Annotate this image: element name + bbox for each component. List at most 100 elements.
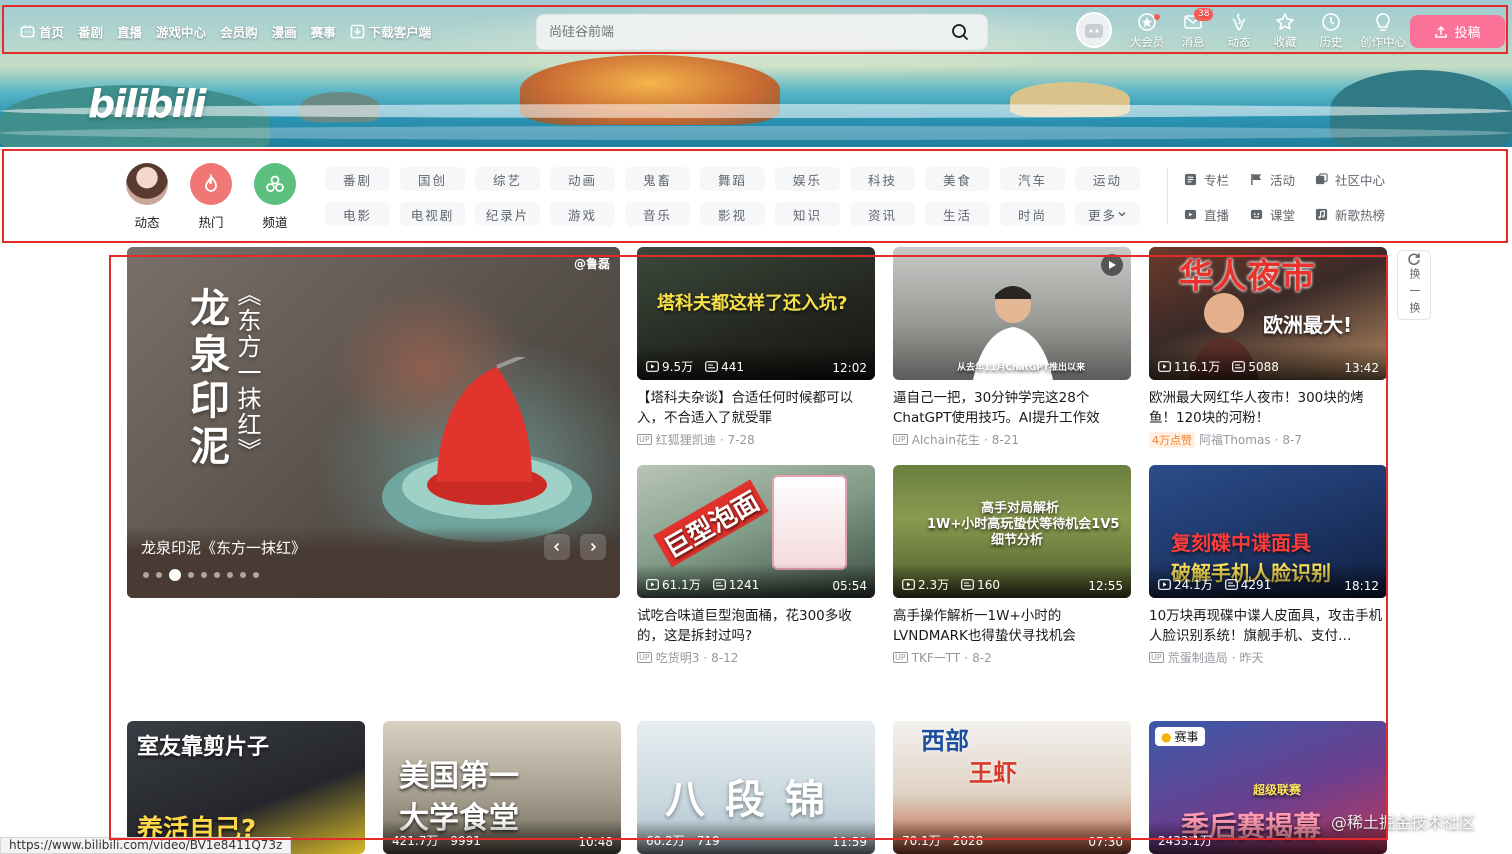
channel-item[interactable]: 音乐 (625, 202, 690, 226)
video-author[interactable]: 阿福Thomas (1199, 431, 1271, 448)
extra-activity[interactable]: 活动 (1250, 170, 1295, 189)
search-input[interactable] (549, 24, 945, 40)
channel-item[interactable]: 国创 (400, 167, 465, 191)
channel-item[interactable]: 生活 (925, 202, 990, 226)
video-thumbnail[interactable]: 华人夜市 欧洲最大! 116.1万 5088 13:42 (1149, 247, 1387, 380)
channel-item[interactable]: 汽车 (1000, 167, 1065, 191)
video-card[interactable]: ● 赛事 超级联赛 季后赛揭幕 2433.1万 (1149, 721, 1387, 854)
video-card[interactable]: 从去年11月ChatGPT推出以来 逼自己一把，30分钟学完这28个ChatGP… (893, 247, 1131, 448)
video-title[interactable]: 试吃合味道巨型泡面桶，花300多收的，这是拆封过吗? (637, 606, 875, 646)
extra-hot-songs[interactable]: 新歌热榜 (1315, 205, 1385, 224)
video-duration: 18:12 (1344, 579, 1379, 593)
video-card[interactable]: 西部 王虾 70.1万 2028 07:30 (893, 721, 1131, 854)
nav-link-esports[interactable]: 赛事 (311, 22, 336, 41)
video-author[interactable]: 吃货明3 (656, 649, 700, 666)
quick-dynamic[interactable]: 动态 (126, 163, 168, 231)
channel-item[interactable]: 科技 (850, 167, 915, 191)
extra-column[interactable]: 专栏 (1184, 170, 1229, 189)
nav-messages[interactable]: 38 消息 (1170, 8, 1216, 50)
upload-button[interactable]: 投稿 (1410, 15, 1505, 48)
video-card[interactable]: 八段锦 60.2万 719 11:59 (637, 721, 875, 854)
extra-live[interactable]: 直播 (1184, 205, 1229, 224)
video-title[interactable]: 高手操作解析一1W+小时的LVNDMARK也得蛰伏寻找机会 (893, 606, 1131, 646)
nav-dynamic[interactable]: 动态 (1216, 12, 1262, 50)
channel-item[interactable]: 纪录片 (475, 202, 540, 226)
channel-item[interactable]: 动画 (550, 167, 615, 191)
danmaku-icon (705, 361, 718, 372)
carousel-dot[interactable] (227, 572, 233, 578)
quick-hot[interactable]: 热门 (190, 163, 232, 231)
bilibili-logo[interactable]: bilibili (88, 82, 207, 126)
nav-vip[interactable]: 大会员 (1124, 12, 1170, 50)
carousel-dot[interactable] (156, 572, 162, 578)
video-thumbnail[interactable]: 高手对局解析 1W+小时高玩蛰伏等待机会1V5 细节分析 2.3万 160 12… (893, 465, 1131, 598)
carousel-dot[interactable] (214, 572, 220, 578)
video-thumbnail[interactable]: 八段锦 60.2万 719 11:59 (637, 721, 875, 854)
video-thumbnail[interactable]: 美国第一 大学食堂 421.7万 9991 10:48 (383, 721, 621, 854)
video-card[interactable]: 复刻碟中谍面具 破解手机人脸识别 24.1万 4291 18:12 10万块再现… (1149, 465, 1387, 666)
video-card[interactable]: 华人夜市 欧洲最大! 116.1万 5088 13:42 欧洲最大网红华人夜市！… (1149, 247, 1387, 448)
channel-item[interactable]: 时尚 (1000, 202, 1065, 226)
video-thumbnail[interactable]: 西部 王虾 70.1万 2028 07:30 (893, 721, 1131, 854)
channel-item[interactable]: 影视 (700, 202, 765, 226)
channel-item[interactable]: 综艺 (475, 167, 540, 191)
video-author[interactable]: 荒蛋制造局 (1168, 649, 1228, 666)
carousel-dot[interactable] (201, 572, 207, 578)
nav-link-home[interactable]: 首页 (20, 22, 64, 41)
video-card[interactable]: 高手对局解析 1W+小时高玩蛰伏等待机会1V5 细节分析 2.3万 160 12… (893, 465, 1131, 666)
search-button[interactable] (945, 17, 975, 47)
channel-item[interactable]: 舞蹈 (700, 167, 765, 191)
carousel-dot[interactable] (240, 572, 246, 578)
channel-item[interactable]: 电影 (325, 202, 390, 226)
quick-channels[interactable]: 频道 (254, 163, 296, 231)
video-author[interactable]: 红狐狸凯迪 (656, 431, 716, 448)
video-card[interactable]: 塔科夫都这样了还入坑? 9.5万 441 12:02 【塔科夫杂谈】合适任何时候… (637, 247, 875, 448)
channel-item[interactable]: 美食 (925, 167, 990, 191)
channel-item[interactable]: 番剧 (325, 167, 390, 191)
nav-link-live[interactable]: 直播 (117, 22, 142, 41)
carousel-caption[interactable]: 龙泉印泥《东方一抹红》 (141, 537, 306, 558)
video-title[interactable]: 【塔科夫杂谈】合适任何时候都可以入，不合适入了就受罪 (637, 388, 875, 428)
carousel-dot-active[interactable] (169, 569, 181, 581)
channel-item[interactable]: 娱乐 (775, 167, 840, 191)
carousel-dot[interactable] (143, 572, 149, 578)
video-card[interactable]: 室友靠剪片子 养活自己? (127, 721, 365, 854)
video-title[interactable]: 欧洲最大网红华人夜市！300块的烤鱼！120块的河粉！ (1149, 388, 1387, 428)
carousel-next-button[interactable] (580, 534, 606, 560)
channel-more-button[interactable]: 更多 (1075, 202, 1140, 226)
video-author[interactable]: AIchain花生 (912, 431, 980, 448)
video-thumbnail[interactable]: ● 赛事 超级联赛 季后赛揭幕 2433.1万 (1149, 721, 1387, 854)
channel-item[interactable]: 游戏 (550, 202, 615, 226)
video-card[interactable]: 美国第一 大学食堂 421.7万 9991 10:48 (383, 721, 621, 854)
nav-favorites[interactable]: 收藏 (1262, 12, 1308, 50)
video-thumbnail[interactable]: 塔科夫都这样了还入坑? 9.5万 441 12:02 (637, 247, 875, 380)
carousel-dot[interactable] (253, 572, 259, 578)
video-title[interactable]: 逼自己一把，30分钟学完这28个ChatGPT使用技巧。AI提升工作效率，… (893, 388, 1131, 428)
video-title[interactable]: 10万块再现碟中谍人皮面具，攻击手机人脸识别系统！旗舰手机、支付… (1149, 606, 1387, 646)
nav-link-download[interactable]: 下载客户端 (350, 22, 431, 41)
nav-link-mall[interactable]: 会员购 (220, 22, 258, 41)
channel-item[interactable]: 知识 (775, 202, 840, 226)
carousel-dot[interactable] (188, 572, 194, 578)
channel-item[interactable]: 资讯 (850, 202, 915, 226)
channel-item[interactable]: 电视剧 (400, 202, 465, 226)
nav-link-game-center[interactable]: 游戏中心 (156, 22, 206, 41)
video-thumbnail[interactable]: 巨型泡面 61.1万 1241 05:54 (637, 465, 875, 598)
video-thumbnail[interactable]: 复刻碟中谍面具 破解手机人脸识别 24.1万 4291 18:12 (1149, 465, 1387, 598)
featured-carousel[interactable]: 龙泉印泥 《东方一抹红》 @鲁磊 龙泉印泥《东方一抹红》 (127, 247, 620, 598)
channel-item[interactable]: 运动 (1075, 167, 1140, 191)
extra-classroom[interactable]: 课堂 (1250, 205, 1295, 224)
nav-link-manga[interactable]: 漫画 (272, 22, 297, 41)
refresh-button[interactable]: 换一换 (1397, 250, 1431, 320)
channel-item[interactable]: 鬼畜 (625, 167, 690, 191)
video-author[interactable]: TKF一TT (912, 649, 961, 666)
nav-history[interactable]: 历史 (1308, 12, 1354, 50)
nav-creator-center[interactable]: 创作中心 (1354, 12, 1412, 50)
carousel-prev-button[interactable] (544, 534, 570, 560)
video-thumbnail[interactable]: 从去年11月ChatGPT推出以来 (893, 247, 1131, 380)
video-card[interactable]: 巨型泡面 61.1万 1241 05:54 试吃合味道巨型泡面桶，花300多收的… (637, 465, 875, 666)
user-avatar[interactable] (1076, 12, 1112, 48)
nav-link-bangumi[interactable]: 番剧 (78, 22, 103, 41)
extra-community[interactable]: 社区中心 (1315, 170, 1385, 189)
video-thumbnail[interactable]: 室友靠剪片子 养活自己? (127, 721, 365, 854)
